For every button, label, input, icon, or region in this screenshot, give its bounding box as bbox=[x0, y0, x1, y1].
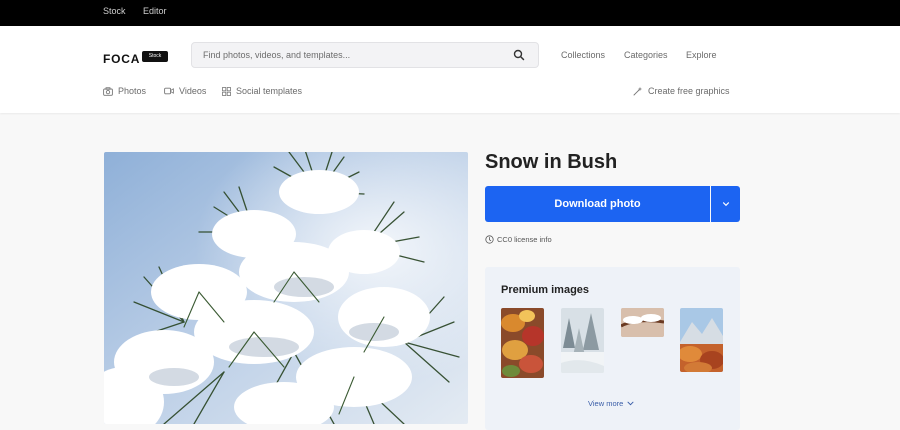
site-logo[interactable]: FOCA bbox=[103, 52, 140, 66]
view-more-link[interactable]: View more bbox=[588, 399, 634, 408]
snowy-forest-image bbox=[561, 308, 604, 373]
topbar-link-stock[interactable]: Stock bbox=[103, 6, 126, 16]
chevron-down-icon bbox=[627, 401, 634, 406]
license-info-link[interactable]: CC0 license info bbox=[485, 235, 552, 244]
site-header: FOCA Stock Collections Categories Explor… bbox=[0, 26, 900, 113]
subnav-videos-label: Videos bbox=[179, 86, 207, 96]
subnav-create-label: Create free graphics bbox=[648, 86, 730, 96]
download-button-label: Download photo bbox=[554, 198, 641, 210]
download-photo-button[interactable]: Download photo bbox=[485, 186, 710, 222]
download-options-button[interactable] bbox=[711, 186, 740, 222]
info-icon bbox=[485, 235, 494, 244]
subnav-social-templates[interactable]: Social templates bbox=[222, 86, 302, 96]
premium-thumbnail-snowy-branch[interactable] bbox=[621, 308, 664, 337]
subnav-photos[interactable]: Photos bbox=[103, 86, 146, 96]
premium-images-title: Premium images bbox=[501, 284, 590, 296]
nav-categories[interactable]: Categories bbox=[624, 50, 668, 60]
subnav-videos[interactable]: Videos bbox=[164, 86, 206, 96]
subnav-photos-label: Photos bbox=[118, 86, 147, 96]
sparkle-wand-icon bbox=[633, 86, 643, 96]
search-input[interactable] bbox=[191, 42, 539, 68]
camera-icon bbox=[103, 86, 113, 96]
nav-explore[interactable]: Explore bbox=[686, 50, 717, 60]
chevron-down-icon bbox=[722, 202, 729, 207]
license-label: CC0 license info bbox=[497, 235, 552, 244]
nav-collections[interactable]: Collections bbox=[561, 50, 605, 60]
snowy-branch-image bbox=[621, 308, 664, 337]
search-icon[interactable] bbox=[513, 49, 525, 61]
subnav-create-graphics[interactable]: Create free graphics bbox=[633, 86, 730, 96]
top-bar: Stock Editor bbox=[0, 0, 900, 26]
view-more-label: View more bbox=[588, 399, 624, 408]
subnav-social-label: Social templates bbox=[236, 86, 303, 96]
autumn-mountain-image bbox=[680, 308, 723, 372]
video-icon bbox=[164, 87, 174, 95]
autumn-leaves-image bbox=[501, 308, 544, 378]
grid-icon bbox=[222, 86, 231, 96]
topbar-link-editor[interactable]: Editor bbox=[143, 6, 167, 16]
main-photo[interactable] bbox=[104, 152, 468, 424]
premium-thumbnail-autumn-leaves[interactable] bbox=[501, 308, 544, 378]
premium-thumbnail-autumn-mountain[interactable] bbox=[680, 308, 723, 372]
snowy-pine-image bbox=[104, 152, 468, 424]
photo-title: Snow in Bush bbox=[485, 151, 618, 173]
premium-images-panel: Premium images View more bbox=[485, 267, 740, 430]
premium-thumbnail-snowy-forest[interactable] bbox=[561, 308, 604, 373]
logo-badge: Stock bbox=[142, 51, 168, 62]
